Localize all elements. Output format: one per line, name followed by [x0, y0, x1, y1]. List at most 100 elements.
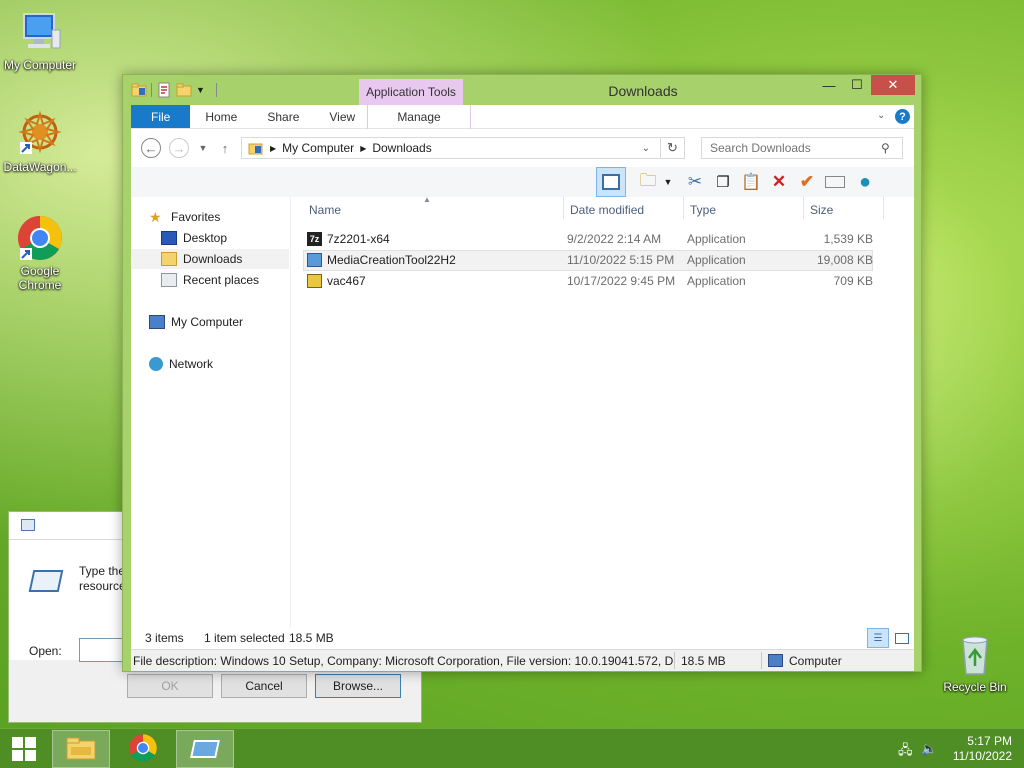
refresh-button[interactable]: ↻ [661, 137, 685, 159]
file-size: 709 KB [833, 274, 873, 288]
file-list: ▲ Name Date modified Type Size 7z 7z2201… [299, 195, 914, 627]
tab-manage[interactable]: Manage [367, 105, 471, 129]
search-input[interactable] [701, 137, 903, 159]
breadcrumb-my-computer[interactable]: My Computer [282, 141, 354, 155]
file-row[interactable]: vac467 10/17/2022 9:45 PM Application 70… [303, 271, 873, 292]
computer-icon [16, 8, 64, 56]
desktop-icon-label: Recycle Bin [943, 680, 1007, 694]
close-button[interactable]: ✕ [871, 75, 915, 95]
folder-icon[interactable] [131, 82, 147, 98]
navigation-pane: ★ Favorites Desktop Downloads Recent pla… [131, 197, 291, 627]
taskbar-clock[interactable]: 5:17 PM 11/10/2022 [953, 734, 1012, 764]
customize-qat-icon[interactable]: ▼ [196, 82, 212, 98]
network-tray-icon[interactable]: 🖧 [898, 741, 913, 763]
up-button[interactable]: ↑ [215, 138, 235, 158]
back-button[interactable]: ← [141, 138, 161, 158]
column-divider [683, 197, 684, 219]
run-ok-button[interactable]: OK [127, 674, 213, 698]
volume-icon[interactable]: 🔈 [921, 741, 937, 757]
globe-button[interactable]: ● [853, 170, 877, 194]
desktop-icon-label: My Computer [3, 58, 77, 72]
nav-item-my-computer[interactable]: My Computer [131, 312, 289, 332]
address-bar[interactable]: ▶ My Computer ▶ Downloads ⌄ [241, 137, 661, 159]
desktop-icon [161, 231, 177, 245]
window-title: Downloads [608, 83, 678, 99]
column-header-date[interactable]: Date modified [570, 203, 644, 217]
file-row[interactable]: 7z 7z2201-x64 9/2/2022 2:14 AM Applicati… [303, 229, 873, 250]
windows-logo-icon [12, 737, 36, 761]
recent-locations-button[interactable]: ▼ [193, 138, 213, 158]
taskbar-run[interactable] [176, 730, 234, 768]
desktop-icon-label: DataWagon... [3, 160, 77, 174]
nav-item-favorites[interactable]: ★ Favorites [131, 207, 289, 227]
large-icons-view-button[interactable] [891, 628, 913, 648]
delete-button[interactable]: ✕ [767, 170, 791, 194]
details-view-button[interactable]: ☰ [867, 628, 889, 648]
column-header-size[interactable]: Size [810, 203, 833, 217]
nav-item-network[interactable]: Network [131, 354, 289, 374]
properties-dropdown[interactable]: ▼ [661, 170, 675, 194]
breadcrumb-separator-icon: ▶ [270, 143, 277, 153]
help-icon[interactable]: ? [895, 109, 910, 124]
breadcrumb-downloads[interactable]: Downloads [372, 141, 431, 155]
copy-button[interactable]: ❐ [711, 170, 735, 194]
taskbar-chrome[interactable] [114, 730, 172, 768]
file-date: 9/2/2022 2:14 AM [567, 232, 662, 246]
details-size: 18.5 MB [681, 654, 726, 668]
search-icon: ⚲ [881, 141, 890, 155]
run-open-label: Open: [29, 644, 62, 658]
nav-item-desktop[interactable]: Desktop [131, 228, 289, 248]
delete-x-icon: ✕ [771, 172, 787, 191]
desktop-icon-datawagon[interactable]: DataWagon... [0, 110, 80, 174]
explorer-titlebar[interactable]: ▼ Application Tools Downloads — ☐ ✕ [123, 75, 921, 105]
address-dropdown-icon[interactable]: ⌄ [642, 143, 650, 154]
start-button[interactable] [0, 730, 48, 768]
network-icon [149, 357, 163, 371]
rename-button[interactable] [823, 170, 847, 194]
properties-button[interactable]: 🗀 [636, 170, 660, 194]
details-bar: File description: Windows 10 Setup, Comp… [131, 649, 914, 671]
media-creation-tool-icon [307, 253, 322, 267]
column-header-name[interactable]: Name [309, 203, 341, 217]
folder-check-icon: 🗀 [639, 170, 657, 190]
cut-button[interactable]: ✂ [683, 170, 707, 194]
preview-pane-button[interactable] [596, 167, 626, 197]
tab-share[interactable]: Share [252, 105, 314, 128]
nav-item-label: Network [169, 357, 214, 371]
nav-item-downloads[interactable]: Downloads [131, 249, 289, 269]
computer-icon [768, 654, 783, 667]
minimize-button[interactable]: — [815, 75, 843, 95]
paste-button[interactable]: 📋 [739, 170, 763, 194]
desktop-icon-my-computer[interactable]: My Computer [0, 8, 80, 72]
properties-icon[interactable] [156, 82, 172, 98]
tab-view[interactable]: View [314, 105, 370, 128]
datawagon-icon [16, 110, 64, 158]
preview-pane-icon [602, 174, 620, 190]
nav-item-recent-places[interactable]: Recent places [131, 270, 289, 290]
select-button[interactable]: ✔ [795, 170, 819, 194]
file-name: 7z2201-x64 [327, 232, 390, 246]
file-date: 10/17/2022 9:45 PM [567, 274, 676, 288]
run-cancel-button[interactable]: Cancel [221, 674, 307, 698]
chrome-icon [16, 214, 64, 262]
chevron-down-icon: ▼ [663, 177, 673, 187]
column-header-type[interactable]: Type [690, 203, 716, 217]
file-row-selected[interactable]: MediaCreationTool22H2 11/10/2022 5:15 PM… [303, 250, 873, 271]
file-size: 1,539 KB [823, 232, 873, 246]
quick-access-toolbar: ▼ [131, 82, 217, 98]
file-name: MediaCreationTool22H2 [327, 253, 456, 267]
file-size: 19,008 KB [816, 253, 873, 267]
run-browse-button[interactable]: Browse... [315, 674, 401, 698]
tab-home[interactable]: Home [190, 105, 252, 128]
forward-button[interactable]: → [169, 138, 189, 158]
ribbon-expand-icon[interactable]: ⌄ [877, 110, 885, 121]
desktop-icon-google-chrome[interactable]: Google Chrome [0, 214, 80, 292]
taskbar-file-explorer[interactable] [52, 730, 110, 768]
tab-file[interactable]: File [131, 105, 191, 128]
star-icon: ★ [149, 209, 162, 225]
maximize-button[interactable]: ☐ [843, 75, 871, 95]
desktop-icon-recycle-bin[interactable]: Recycle Bin [935, 630, 1015, 694]
clock-time: 5:17 PM [967, 734, 1012, 748]
new-folder-icon[interactable] [176, 82, 192, 98]
breadcrumb-separator-icon: ▶ [360, 143, 367, 153]
